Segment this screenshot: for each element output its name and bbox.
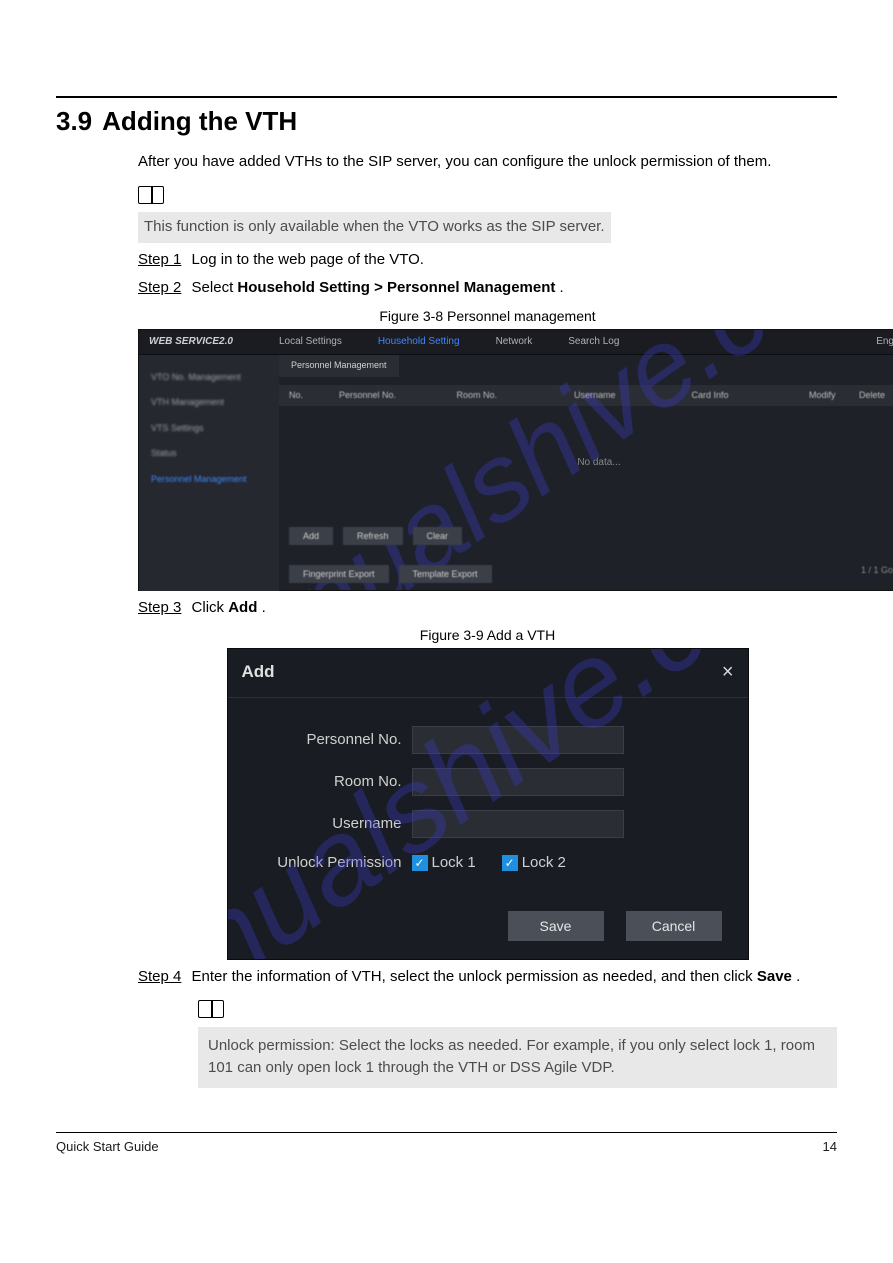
- footer-left: Quick Start Guide: [56, 1139, 159, 1154]
- close-icon[interactable]: ×: [722, 657, 734, 687]
- note-2-line-1: Unlock permission: Select the locks as n…: [208, 1035, 827, 1058]
- col-room-no: Room No.: [457, 389, 575, 403]
- sidebar-item-vto[interactable]: VTO No. Management: [139, 365, 279, 391]
- personnel-no-input[interactable]: [412, 726, 624, 754]
- page-footer: Quick Start Guide 14: [56, 1132, 837, 1154]
- nav-network[interactable]: Network: [496, 334, 533, 349]
- step-1-text: Log in to the web page of the VTO.: [192, 251, 424, 268]
- note-2-line-2: 101 can only open lock 1 through the VTH…: [208, 1057, 827, 1080]
- col-username: Username: [574, 389, 692, 403]
- app-brand: WEB SERVICE2.0: [149, 334, 279, 349]
- lock2-checkbox[interactable]: [502, 855, 518, 871]
- room-no-label: Room No.: [258, 771, 412, 794]
- step-4-bold: Save: [757, 968, 792, 985]
- tab-personnel-management[interactable]: Personnel Management: [279, 355, 399, 377]
- lock2-label: Lock 2: [522, 852, 566, 875]
- step-4-label: Step 4: [138, 968, 181, 985]
- table-empty-state: No data...: [279, 406, 893, 519]
- intro-text: After you have added VTHs to the SIP ser…: [138, 151, 837, 174]
- col-card-info: Card Info: [692, 389, 810, 403]
- step-3: Step 3 Click Add .: [138, 597, 837, 620]
- step-1-label: Step 1: [138, 251, 181, 268]
- nav-local-settings[interactable]: Local Settings: [279, 334, 342, 349]
- step-4-text-a: Enter the information of VTH, select the…: [192, 968, 757, 985]
- cancel-button[interactable]: Cancel: [626, 911, 722, 941]
- refresh-button[interactable]: Refresh: [343, 527, 403, 545]
- step-4-text-b: .: [796, 968, 800, 985]
- col-modify: Modify: [809, 389, 859, 403]
- step-4: Step 4 Enter the information of VTH, sel…: [138, 966, 837, 989]
- footer-page-number: 14: [823, 1139, 837, 1154]
- col-no: No.: [289, 389, 339, 403]
- lock1-checkbox[interactable]: [412, 855, 428, 871]
- step-3-text-a: Click: [192, 599, 229, 616]
- col-delete: Delete: [859, 389, 893, 403]
- username-input[interactable]: [412, 810, 624, 838]
- sidebar-item-vts[interactable]: VTS Settings: [139, 416, 279, 442]
- step-2-link: Household Setting > Personnel Management: [237, 279, 555, 296]
- step-2-label: Step 2: [138, 279, 181, 296]
- add-button[interactable]: Add: [289, 527, 333, 545]
- figure-3-9-caption: Figure 3-9 Add a VTH: [138, 625, 837, 646]
- col-personnel-no: Personnel No.: [339, 389, 457, 403]
- step-3-bold: Add: [228, 599, 257, 616]
- fingerprint-export-button[interactable]: Fingerprint Export: [289, 565, 389, 583]
- sidebar-item-vth[interactable]: VTH Management: [139, 390, 279, 416]
- language-selector[interactable]: English: [876, 334, 893, 349]
- step-2-text-a: Select: [192, 279, 238, 296]
- figure-3-9-add-dialog: manualshive.com Add × Personnel No. Room…: [227, 648, 749, 960]
- step-1: Step 1 Log in to the web page of the VTO…: [138, 249, 837, 272]
- figure-3-8: manualshive.com WEB SERVICE2.0 Local Set…: [138, 329, 893, 591]
- save-button[interactable]: Save: [508, 911, 604, 941]
- note-text-2: Unlock permission: Select the locks as n…: [198, 1027, 837, 1088]
- clear-button[interactable]: Clear: [413, 527, 463, 545]
- section-heading: 3.9 Adding the VTH: [56, 106, 837, 137]
- table-header: No. Personnel No. Room No. Username Card…: [279, 385, 893, 407]
- nav-search-log[interactable]: Search Log: [568, 334, 619, 349]
- section-number: 3.9: [56, 106, 92, 136]
- step-2: Step 2 Select Household Setting > Person…: [138, 277, 837, 300]
- username-label: Username: [258, 813, 412, 836]
- template-export-button[interactable]: Template Export: [399, 565, 492, 583]
- pagination[interactable]: 1 / 1 Go to: [861, 564, 893, 578]
- note-icon: [138, 186, 164, 204]
- sidebar-item-personnel[interactable]: Personnel Management: [139, 467, 279, 493]
- step-3-label: Step 3: [138, 599, 181, 616]
- personnel-no-label: Personnel No.: [258, 729, 412, 752]
- unlock-permission-label: Unlock Permission: [258, 852, 412, 875]
- note-text-1: This function is only available when the…: [138, 212, 611, 243]
- dialog-title: Add: [242, 659, 275, 685]
- section-title: Adding the VTH: [102, 106, 297, 136]
- step-3-text-b: .: [262, 599, 266, 616]
- note-icon: [198, 1000, 224, 1018]
- sidebar: VTO No. Management VTH Management VTS Se…: [139, 355, 279, 591]
- sidebar-item-status[interactable]: Status: [139, 441, 279, 467]
- lock1-label: Lock 1: [432, 852, 476, 875]
- room-no-input[interactable]: [412, 768, 624, 796]
- step-2-text-b: .: [560, 279, 564, 296]
- figure-3-8-caption: Figure 3-8 Personnel management: [138, 306, 837, 327]
- nav-household-setting[interactable]: Household Setting: [378, 334, 460, 349]
